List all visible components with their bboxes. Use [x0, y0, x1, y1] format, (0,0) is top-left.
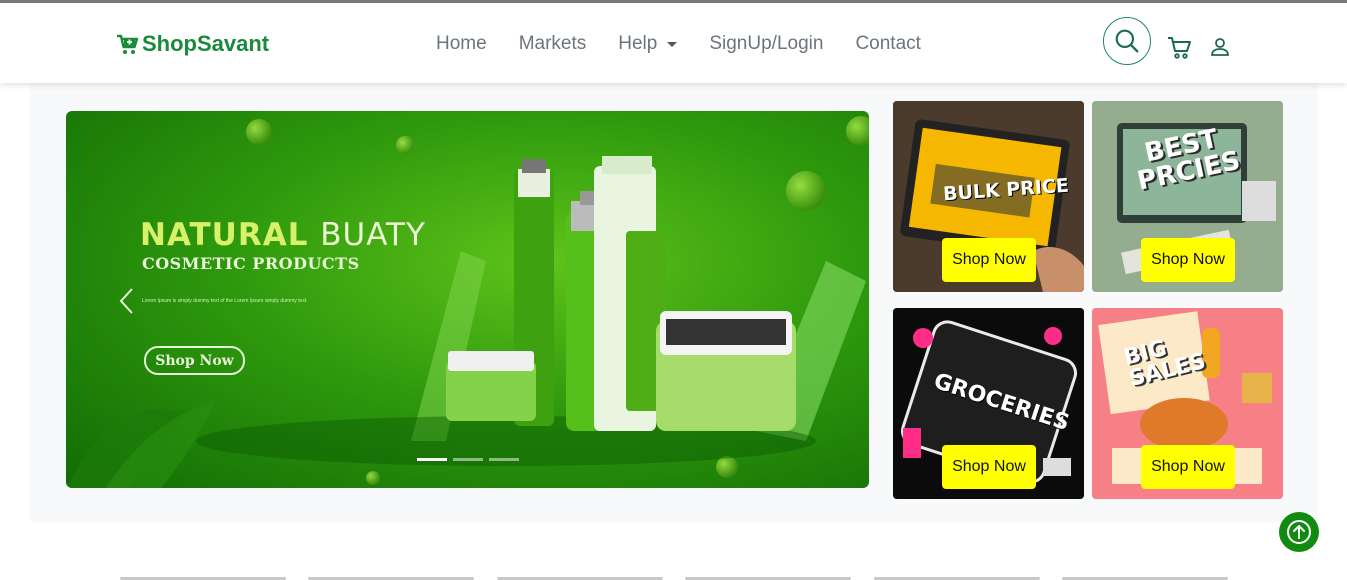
chevron-down-icon — [667, 41, 678, 47]
hero-body-text: Lorem Ipsum is simply dummy text of the … — [142, 298, 307, 304]
hero-headline: NATURAL BUATY — [140, 217, 426, 253]
promo-tile-groceries[interactable]: GROCERIES Shop Now — [893, 308, 1084, 499]
navbar: ShopSavant Home Markets Help SignUp/Logi… — [0, 3, 1347, 83]
brand-logo[interactable]: ShopSavant — [116, 31, 269, 57]
nav-links: Home Markets Help SignUp/Login Contact — [436, 33, 921, 55]
cart-plus-icon — [117, 34, 139, 54]
shop-now-button[interactable]: Shop Now — [942, 445, 1036, 489]
hero-carousel[interactable]: NATURAL BUATY COSMETIC PRODUCTS Lorem Ip… — [66, 111, 869, 488]
promo-tile-big-sales[interactable]: BIG SALES Shop Now — [1092, 308, 1283, 499]
brand-name: ShopSavant — [142, 31, 270, 56]
user-button[interactable] — [1210, 37, 1230, 62]
hero-headline-part1: NATURAL — [140, 217, 309, 253]
promo-tile-bulk-price[interactable]: BULK PRICE Shop Now — [893, 101, 1084, 292]
carousel-indicator[interactable] — [417, 458, 447, 461]
nav-help[interactable]: Help — [618, 33, 678, 55]
nav-help-label: Help — [618, 33, 658, 54]
hero-subheading: COSMETIC PRODUCTS — [142, 254, 360, 273]
nav-signup-login[interactable]: SignUp/Login — [709, 33, 823, 55]
search-button[interactable] — [1103, 17, 1151, 65]
carousel-indicator[interactable] — [453, 458, 483, 461]
scroll-to-top-button[interactable] — [1279, 512, 1319, 552]
hero-headline-part2: BUATY — [320, 217, 426, 253]
search-icon — [1115, 29, 1139, 53]
cart-button[interactable] — [1167, 36, 1193, 65]
nav-markets[interactable]: Markets — [519, 33, 587, 55]
carousel-prev-icon[interactable] — [118, 287, 134, 315]
shop-now-button[interactable]: Shop Now — [1141, 238, 1235, 282]
nav-contact[interactable]: Contact — [855, 33, 920, 55]
hero-shop-now-button[interactable]: Shop Now — [144, 346, 245, 375]
cart-icon — [1168, 37, 1191, 59]
arrow-up-circle-icon — [1287, 520, 1311, 544]
shop-now-button[interactable]: Shop Now — [1141, 445, 1235, 489]
carousel-indicators — [417, 458, 519, 461]
promo-tile-best-prices[interactable]: BEST PRCIES Shop Now — [1092, 101, 1283, 292]
carousel-indicator[interactable] — [489, 458, 519, 461]
shop-now-button[interactable]: Shop Now — [942, 238, 1036, 282]
nav-home[interactable]: Home — [436, 33, 487, 55]
user-icon — [1211, 38, 1229, 56]
